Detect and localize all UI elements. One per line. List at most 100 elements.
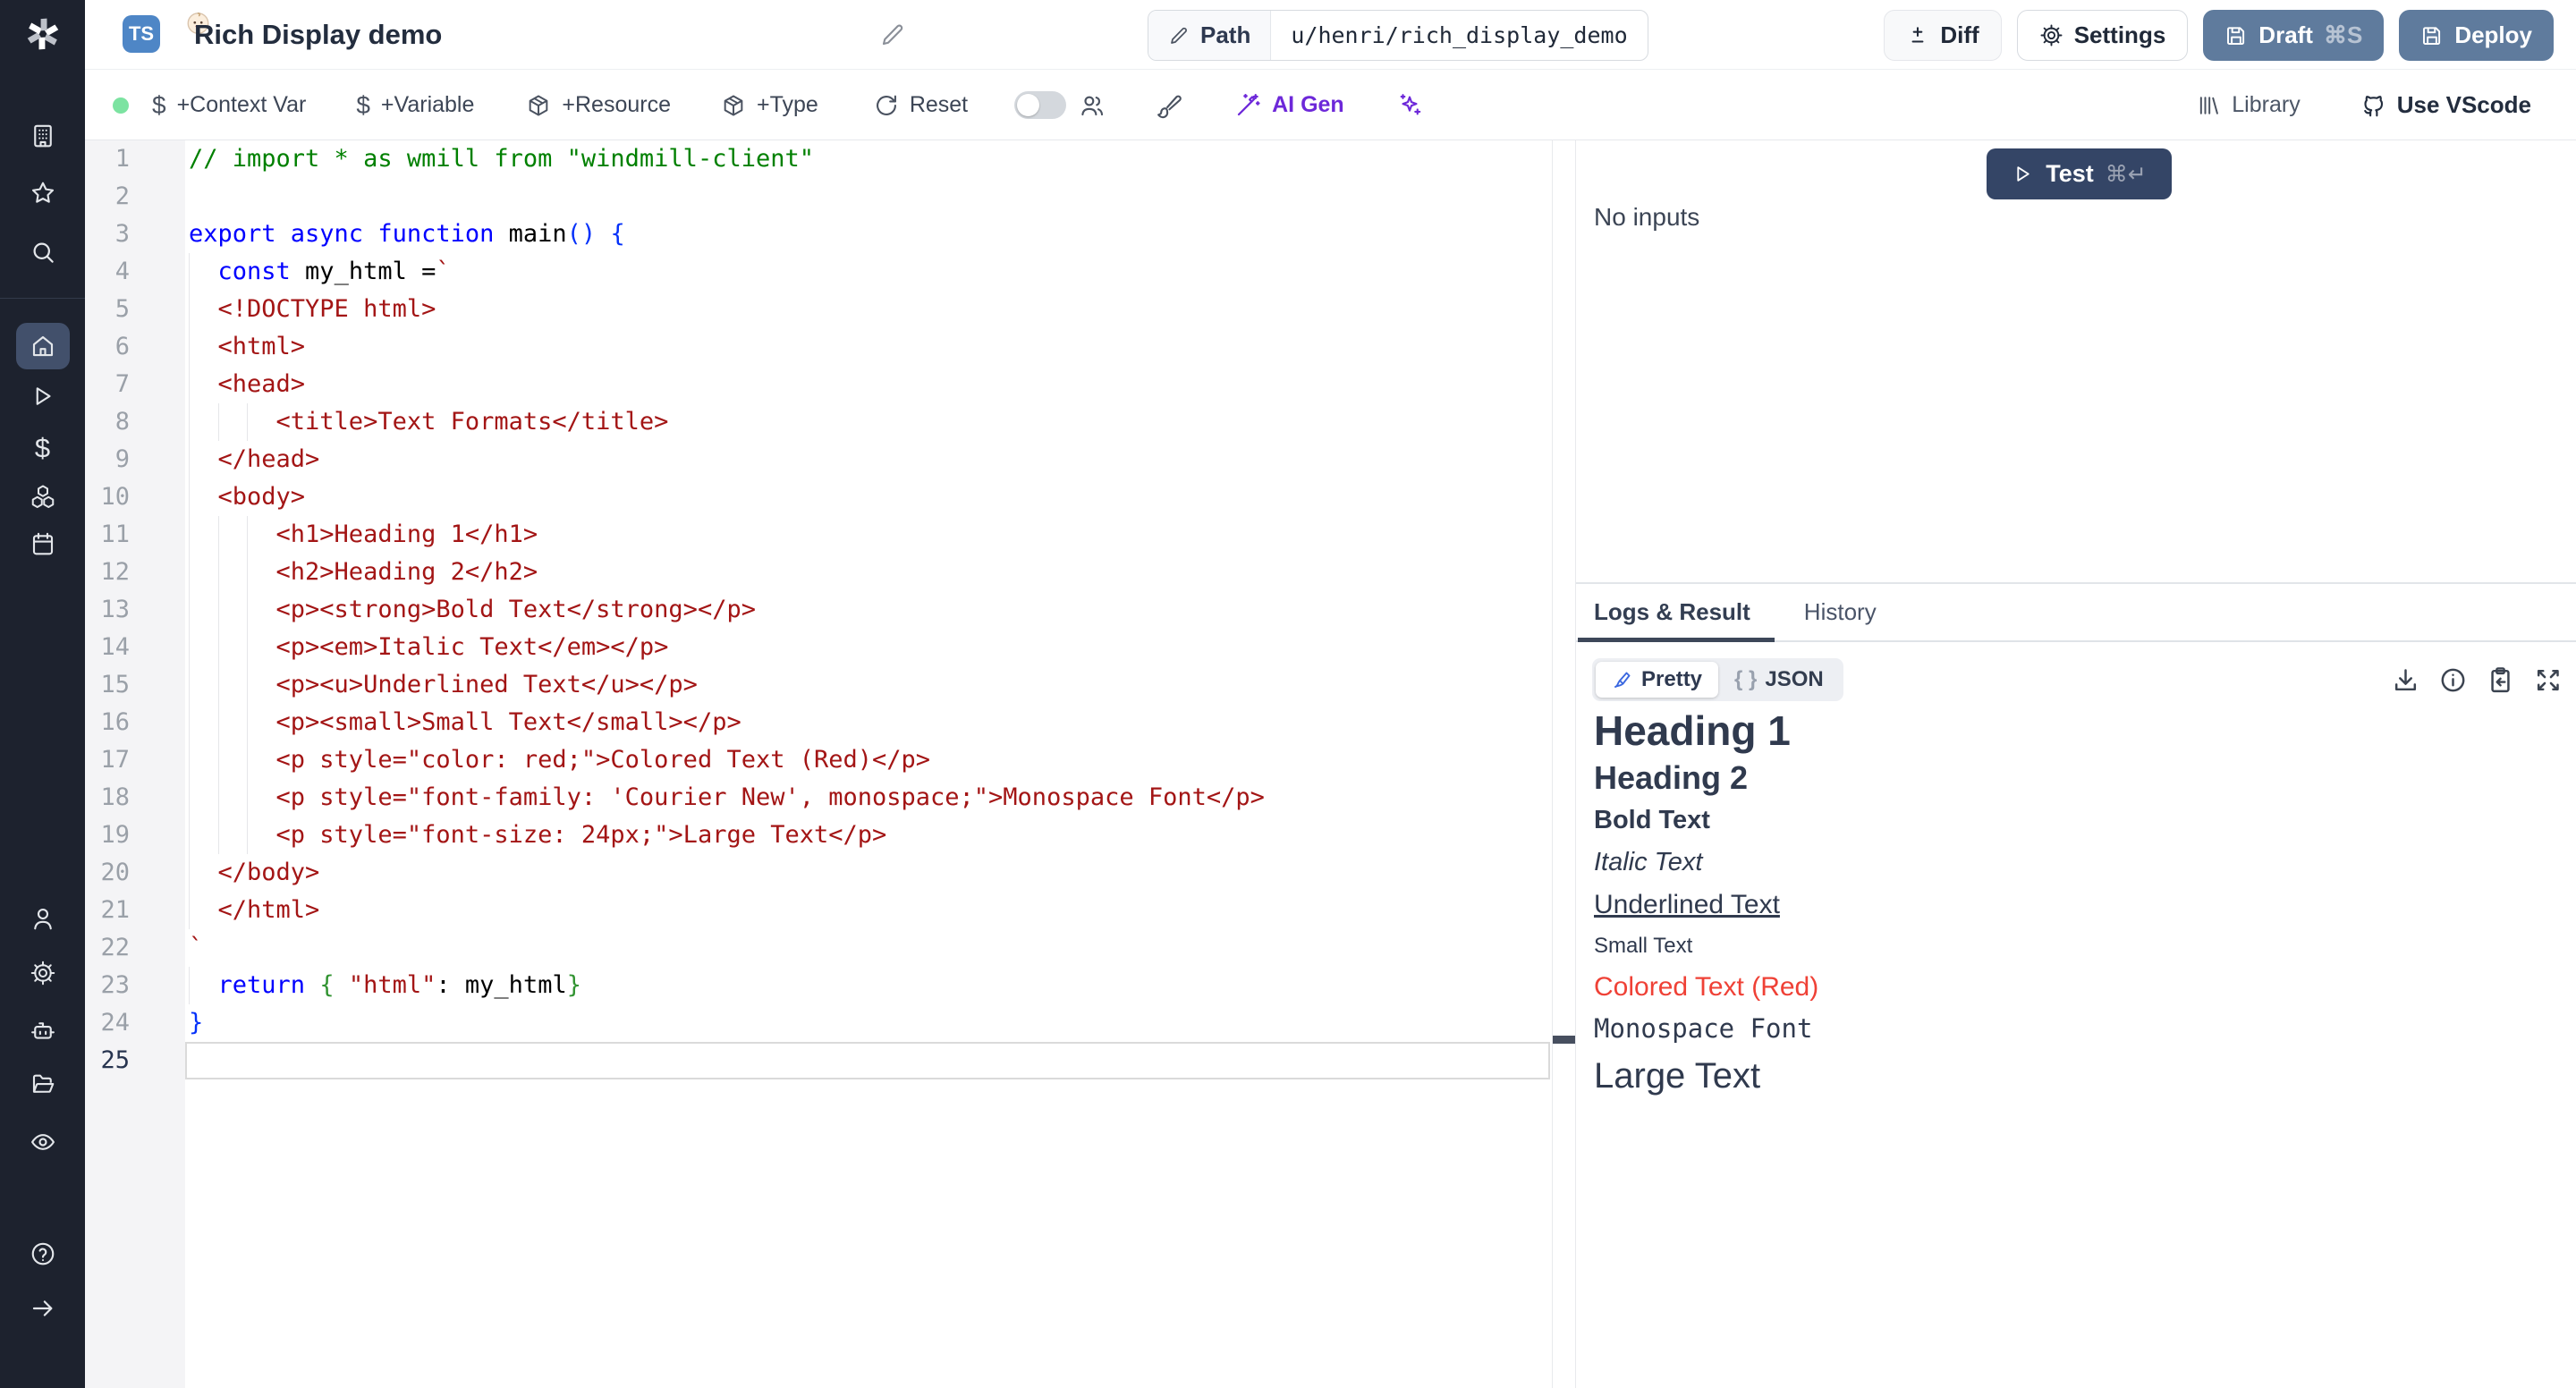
line-number: 6	[85, 328, 130, 366]
code-line[interactable]: 25	[85, 1042, 1552, 1079]
code-line[interactable]: 6 <html>	[85, 328, 1552, 366]
code-line[interactable]: 17 <p style="color: red;">Colored Text (…	[85, 741, 1552, 779]
code-line[interactable]: 2	[85, 178, 1552, 216]
code-line[interactable]: 21 </html>	[85, 892, 1552, 929]
refresh-icon	[874, 93, 899, 118]
draft-button[interactable]: Draft ⌘S	[2203, 10, 2384, 61]
add-variable-button[interactable]: $ +Variable	[356, 92, 474, 118]
code-text: <p><u>Underlined Text</u></p>	[130, 666, 698, 704]
package-icon	[721, 93, 746, 118]
line-number: 18	[85, 779, 130, 817]
header: TS Rich Display demo Path u/henri/rich_d…	[85, 0, 2576, 70]
library-button[interactable]: Library	[2196, 92, 2300, 118]
result-text-underline: Underlined Text	[1594, 884, 2576, 926]
copy-result-icon[interactable]	[2486, 665, 2515, 695]
code-line[interactable]: 1// import * as wmill from "windmill-cli…	[85, 140, 1552, 178]
line-number: 12	[85, 554, 130, 591]
code-line[interactable]: 9 </head>	[85, 441, 1552, 478]
code-line[interactable]: 5 <!DOCTYPE html>	[85, 291, 1552, 328]
result-text-bold: Bold Text	[1594, 800, 2576, 842]
sidebar-item-home[interactable]	[16, 323, 70, 369]
use-vscode-button[interactable]: Use VScode	[2360, 91, 2531, 119]
add-resource-button[interactable]: +Resource	[526, 92, 671, 118]
code-line[interactable]: 8 <title>Text Formats</title>	[85, 403, 1552, 441]
code-line[interactable]: 11 <h1>Heading 1</h1>	[85, 516, 1552, 554]
code-line[interactable]: 3export async function main() {	[85, 216, 1552, 253]
settings-button[interactable]: Settings	[2017, 10, 2189, 61]
result-text-small: Small Text	[1594, 926, 2576, 967]
code-line[interactable]: 19 <p style="font-size: 24px;">Large Tex…	[85, 817, 1552, 854]
magic-wand-icon	[1234, 92, 1261, 119]
format-brush-icon[interactable]	[1156, 92, 1182, 119]
sidebar-item-help[interactable]	[30, 1240, 56, 1267]
sidebar-item-star[interactable]	[30, 180, 56, 207]
sidebar-item-dollar[interactable]: $	[35, 435, 50, 462]
line-number: 2	[85, 178, 130, 216]
pretty-view-button[interactable]: Pretty	[1596, 662, 1718, 698]
sparkles-icon[interactable]	[1396, 92, 1423, 119]
sidebar-item-folder[interactable]	[30, 1071, 56, 1097]
code-lines: 1// import * as wmill from "windmill-cli…	[85, 140, 1552, 1079]
sidebar-item-bot[interactable]	[30, 1018, 56, 1045]
code-line[interactable]: 24}	[85, 1004, 1552, 1042]
sidebar-item-eye[interactable]	[30, 1129, 56, 1155]
tab-logs-result[interactable]: Logs & Result	[1594, 598, 1750, 626]
sidebar-item-settings[interactable]	[30, 960, 56, 986]
sidebar-item-user[interactable]	[30, 905, 56, 932]
test-button[interactable]: Test ⌘↵	[1987, 148, 2172, 199]
deploy-button[interactable]: Deploy	[2399, 10, 2554, 61]
code-line[interactable]: 15 <p><u>Underlined Text</u></p>	[85, 666, 1552, 704]
add-type-button[interactable]: +Type	[721, 92, 818, 118]
code-line[interactable]: 14 <p><em>Italic Text</em></p>	[85, 629, 1552, 666]
code-text: <h1>Heading 1</h1>	[130, 516, 538, 554]
path-value[interactable]: u/henri/rich_display_demo	[1271, 11, 1647, 60]
splitter-handle[interactable]	[1553, 1036, 1575, 1044]
sidebar-item-calendar[interactable]	[30, 530, 56, 557]
code-line[interactable]: 4 const my_html =`	[85, 253, 1552, 291]
sidebar-item-building[interactable]	[30, 123, 56, 149]
path-field[interactable]: Path u/henri/rich_display_demo	[1148, 10, 1648, 61]
status-dot	[113, 97, 129, 114]
users-icon[interactable]	[1079, 92, 1106, 119]
panel-splitter[interactable]	[1552, 140, 1576, 1388]
info-icon[interactable]	[2438, 665, 2468, 695]
diff-button[interactable]: Diff	[1884, 10, 2001, 61]
code-line[interactable]: 16 <p><small>Small Text</small></p>	[85, 704, 1552, 741]
json-view-button[interactable]: { } JSON	[1718, 662, 1840, 698]
code-line[interactable]: 22`	[85, 929, 1552, 967]
code-line[interactable]: 7 <head>	[85, 366, 1552, 403]
path-label: Path	[1148, 11, 1271, 60]
ai-gen-button[interactable]: AI Gen	[1234, 92, 1344, 119]
sidebar-item-boxes[interactable]	[30, 483, 56, 510]
view-mode-switch: Pretty { } JSON	[1592, 658, 1843, 701]
right-panel: Test ⌘↵ No inputs Logs & Result History …	[1576, 140, 2576, 1388]
code-editor[interactable]: 1// import * as wmill from "windmill-cli…	[85, 140, 1552, 1388]
reset-button[interactable]: Reset	[874, 92, 968, 118]
sidebar-item-play[interactable]	[30, 383, 56, 410]
code-line[interactable]: 13 <p><strong>Bold Text</strong></p>	[85, 591, 1552, 629]
expand-icon[interactable]	[2533, 665, 2563, 695]
line-number: 25	[85, 1042, 130, 1079]
edit-summary-icon[interactable]	[879, 21, 906, 48]
gear-icon	[2039, 23, 2063, 47]
code-line[interactable]: 20 </body>	[85, 854, 1552, 892]
download-icon[interactable]	[2391, 665, 2420, 695]
windmill-logo[interactable]	[22, 13, 64, 55]
code-line[interactable]: 10 <body>	[85, 478, 1552, 516]
sidebar-item-arrow-right[interactable]	[30, 1295, 56, 1322]
code-text: `	[130, 929, 203, 967]
code-line[interactable]: 23 return { "html": my_html}	[85, 967, 1552, 1004]
code-text: </body>	[130, 854, 319, 892]
line-number: 14	[85, 629, 130, 666]
tab-history[interactable]: History	[1804, 598, 1877, 626]
add-context-var-button[interactable]: $ +Context Var	[152, 92, 306, 118]
result-output: Heading 1Heading 2Bold TextItalic TextUn…	[1576, 701, 2576, 1103]
code-text: <p><strong>Bold Text</strong></p>	[130, 591, 756, 629]
play-icon	[2012, 163, 2034, 185]
typescript-badge: TS	[123, 15, 160, 53]
diff-mode-toggle[interactable]	[1014, 91, 1066, 119]
sidebar-item-search[interactable]	[30, 239, 56, 266]
code-line[interactable]: 12 <h2>Heading 2</h2>	[85, 554, 1552, 591]
code-line[interactable]: 18 <p style="font-family: 'Courier New',…	[85, 779, 1552, 817]
library-icon	[2196, 93, 2221, 118]
